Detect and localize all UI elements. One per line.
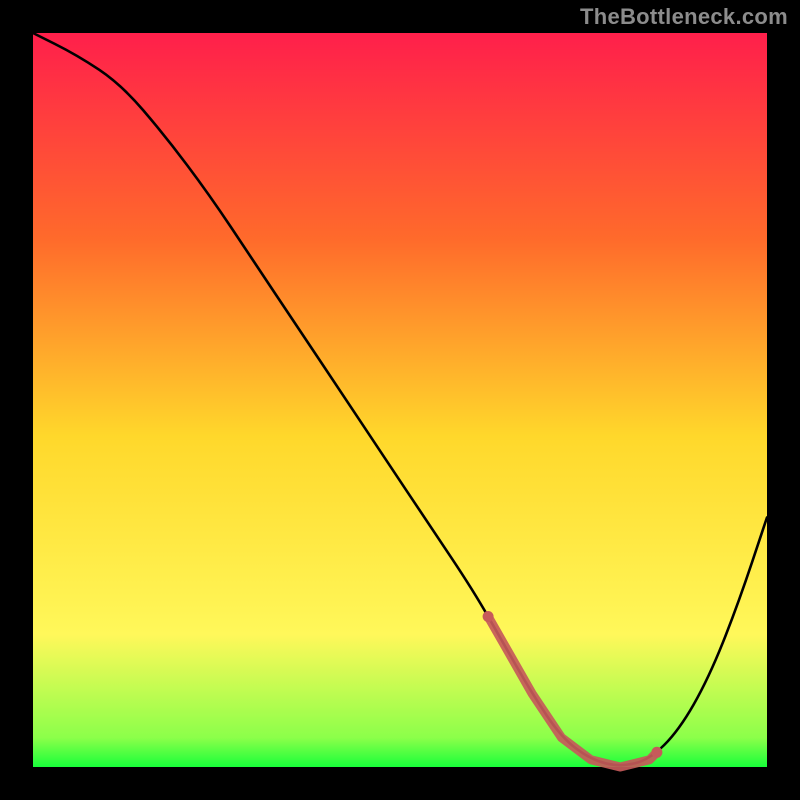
chart-frame: { "watermark": "TheBottleneck.com", "col…	[0, 0, 800, 800]
plot-background	[33, 33, 767, 767]
watermark-text: TheBottleneck.com	[580, 4, 788, 30]
optimal-range-endpoint	[651, 747, 662, 758]
bottleneck-chart	[0, 0, 800, 800]
optimal-range-endpoint	[483, 611, 494, 622]
